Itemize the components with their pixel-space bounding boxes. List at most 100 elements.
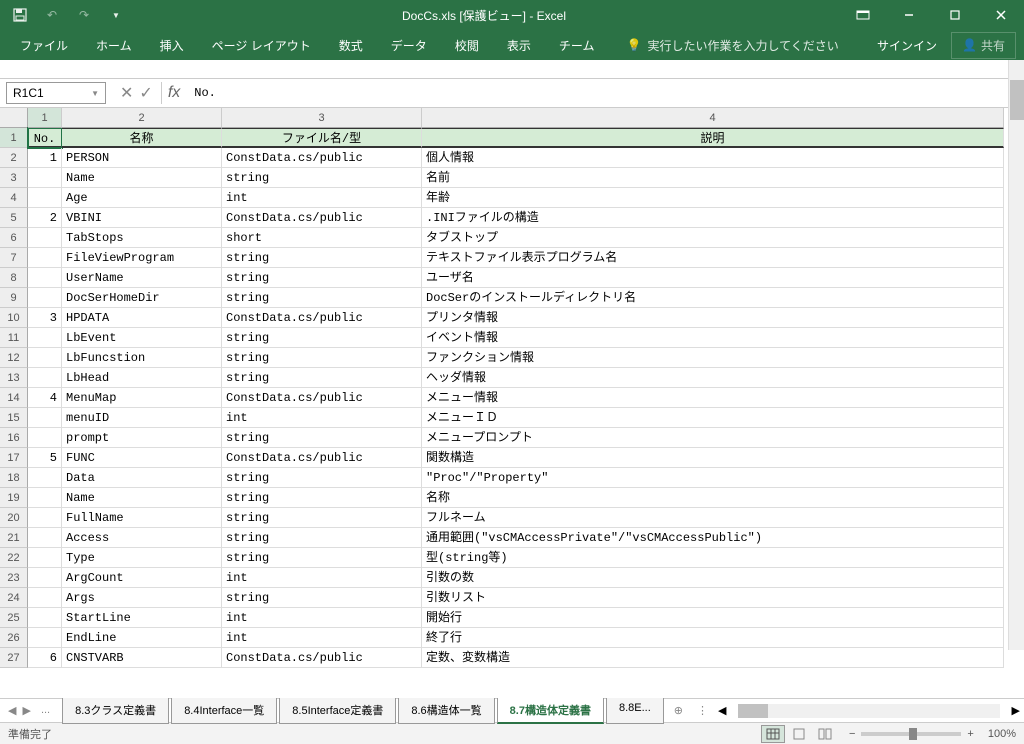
cell[interactable]: DocSerHomeDir: [62, 288, 222, 308]
row-header[interactable]: 6: [0, 228, 28, 248]
cell[interactable]: [28, 528, 62, 548]
ribbon-tab-8[interactable]: チーム: [547, 31, 607, 60]
cell[interactable]: 6: [28, 648, 62, 668]
ribbon-tab-4[interactable]: 数式: [327, 31, 375, 60]
row-header[interactable]: 11: [0, 328, 28, 348]
sheet-tab[interactable]: 8.6構造体一覧: [398, 698, 494, 724]
column-header[interactable]: 1: [28, 108, 62, 128]
cell[interactable]: [28, 288, 62, 308]
cell[interactable]: [28, 508, 62, 528]
cell[interactable]: Type: [62, 548, 222, 568]
ribbon-options-icon[interactable]: [840, 0, 886, 30]
cell[interactable]: UserName: [62, 268, 222, 288]
row-header[interactable]: 7: [0, 248, 28, 268]
cell[interactable]: ヘッダ情報: [422, 368, 1004, 388]
cell[interactable]: ファンクション情報: [422, 348, 1004, 368]
cell[interactable]: MenuMap: [62, 388, 222, 408]
cell[interactable]: string: [222, 168, 422, 188]
cell[interactable]: メニュー情報: [422, 388, 1004, 408]
cell[interactable]: FUNC: [62, 448, 222, 468]
cell[interactable]: 定数、変数構造: [422, 648, 1004, 668]
cell[interactable]: CNSTVARB: [62, 648, 222, 668]
column-header[interactable]: 4: [422, 108, 1004, 128]
cell[interactable]: [28, 568, 62, 588]
cell[interactable]: フルネーム: [422, 508, 1004, 528]
cell-header-type[interactable]: ファイル名/型: [222, 128, 422, 148]
cell[interactable]: VBINI: [62, 208, 222, 228]
sheet-tab[interactable]: 8.3クラス定義書: [62, 698, 169, 724]
ribbon-tab-6[interactable]: 校閲: [443, 31, 491, 60]
row-header[interactable]: 3: [0, 168, 28, 188]
cell[interactable]: [28, 608, 62, 628]
cell[interactable]: 個人情報: [422, 148, 1004, 168]
cell[interactable]: [28, 268, 62, 288]
row-header[interactable]: 23: [0, 568, 28, 588]
cell[interactable]: 名前: [422, 168, 1004, 188]
normal-view-icon[interactable]: [761, 725, 785, 743]
cell[interactable]: [28, 348, 62, 368]
cell[interactable]: プリンタ情報: [422, 308, 1004, 328]
cell[interactable]: string: [222, 508, 422, 528]
cell[interactable]: [28, 548, 62, 568]
cell[interactable]: 型(string等): [422, 548, 1004, 568]
cell[interactable]: int: [222, 568, 422, 588]
cell[interactable]: 関数構造: [422, 448, 1004, 468]
cell[interactable]: 2: [28, 208, 62, 228]
zoom-slider[interactable]: [861, 732, 961, 736]
cell[interactable]: int: [222, 408, 422, 428]
cell-header-name[interactable]: 名称: [62, 128, 222, 148]
cell[interactable]: [28, 468, 62, 488]
cell[interactable]: ConstData.cs/public: [222, 648, 422, 668]
cell[interactable]: 開始行: [422, 608, 1004, 628]
cell[interactable]: 1: [28, 148, 62, 168]
row-header[interactable]: 4: [0, 188, 28, 208]
sheet-tab[interactable]: 8.7構造体定義書: [497, 698, 604, 724]
row-header[interactable]: 21: [0, 528, 28, 548]
cell[interactable]: [28, 188, 62, 208]
cell[interactable]: short: [222, 228, 422, 248]
cell[interactable]: 3: [28, 308, 62, 328]
cell[interactable]: テキストファイル表示プログラム名: [422, 248, 1004, 268]
cell[interactable]: PERSON: [62, 148, 222, 168]
cell[interactable]: "Proc"/"Property": [422, 468, 1004, 488]
cell[interactable]: 4: [28, 388, 62, 408]
cell[interactable]: イベント情報: [422, 328, 1004, 348]
save-icon[interactable]: [8, 3, 32, 27]
row-header[interactable]: 27: [0, 648, 28, 668]
row-header[interactable]: 25: [0, 608, 28, 628]
column-header[interactable]: 3: [222, 108, 422, 128]
ribbon-tab-1[interactable]: ホーム: [84, 31, 144, 60]
row-header[interactable]: 5: [0, 208, 28, 228]
cell[interactable]: Age: [62, 188, 222, 208]
column-header[interactable]: 2: [62, 108, 222, 128]
row-header[interactable]: 22: [0, 548, 28, 568]
cell[interactable]: FileViewProgram: [62, 248, 222, 268]
cell[interactable]: LbHead: [62, 368, 222, 388]
cell[interactable]: string: [222, 488, 422, 508]
cell[interactable]: ConstData.cs/public: [222, 308, 422, 328]
scroll-left-icon[interactable]: ◀: [718, 704, 726, 717]
cell[interactable]: menuID: [62, 408, 222, 428]
row-header[interactable]: 9: [0, 288, 28, 308]
row-header[interactable]: 17: [0, 448, 28, 468]
ribbon-tab-5[interactable]: データ: [379, 31, 439, 60]
cell[interactable]: ConstData.cs/public: [222, 388, 422, 408]
tab-nav-prev-icon[interactable]: ◀: [8, 704, 16, 717]
cell[interactable]: 引数の数: [422, 568, 1004, 588]
cell[interactable]: ConstData.cs/public: [222, 448, 422, 468]
cell[interactable]: タブストップ: [422, 228, 1004, 248]
cell[interactable]: Access: [62, 528, 222, 548]
cell[interactable]: LbEvent: [62, 328, 222, 348]
row-header[interactable]: 20: [0, 508, 28, 528]
row-header[interactable]: 1: [0, 128, 28, 148]
cell[interactable]: Name: [62, 168, 222, 188]
share-button[interactable]: 👤 共有: [951, 32, 1016, 59]
cell[interactable]: string: [222, 368, 422, 388]
cell[interactable]: Name: [62, 488, 222, 508]
cell[interactable]: TabStops: [62, 228, 222, 248]
cell[interactable]: string: [222, 348, 422, 368]
row-header[interactable]: 24: [0, 588, 28, 608]
sheet-tab[interactable]: 8.4Interface一覧: [171, 698, 277, 724]
cell[interactable]: string: [222, 268, 422, 288]
tab-nav-next-icon[interactable]: ▶: [22, 704, 30, 717]
